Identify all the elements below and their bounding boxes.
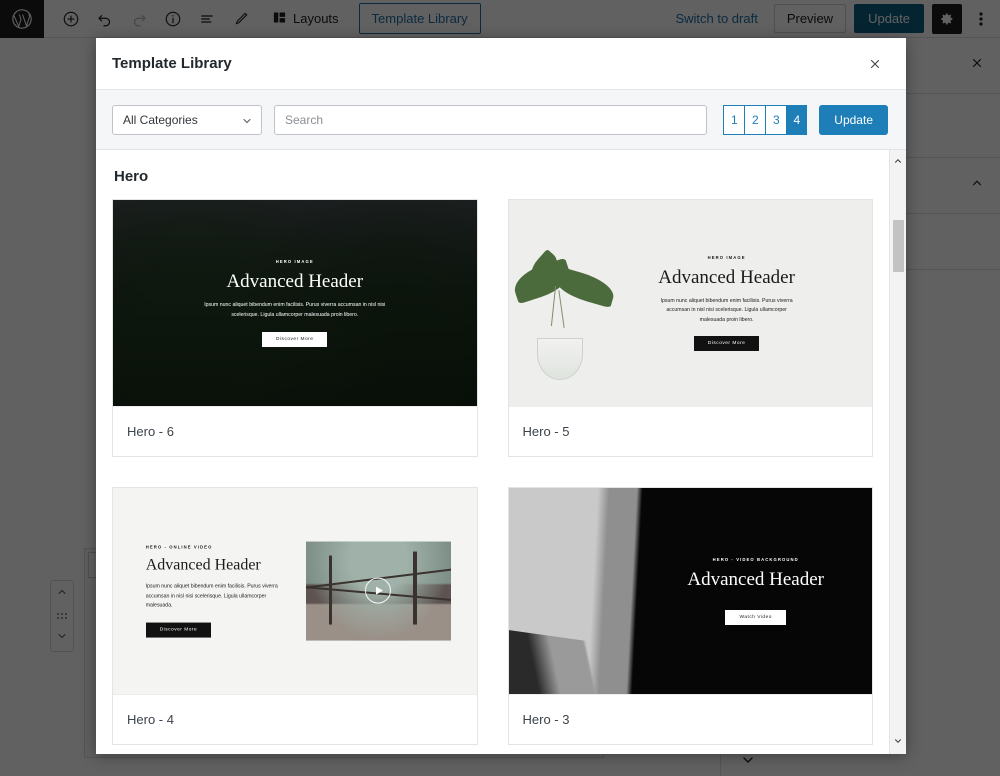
preview-heading: Advanced Header: [658, 266, 795, 288]
close-icon[interactable]: [862, 51, 888, 77]
scrollbar-track[interactable]: [892, 174, 904, 730]
template-name: Hero - 3: [508, 694, 872, 744]
section-title-hero: Hero: [114, 168, 149, 185]
template-card[interactable]: HERO - VIDEO BACKGROUND Advanced Header …: [507, 487, 873, 745]
preview-cta-button: Watch Video: [725, 610, 786, 625]
template-library-modal: Template Library All Categories 1 2: [96, 38, 906, 754]
template-preview[interactable]: HERO - VIDEO BACKGROUND Advanced Header …: [508, 488, 872, 694]
preview-body: Ipsum nunc aliquet bibendum enim facilis…: [660, 297, 793, 323]
template-preview[interactable]: HERO - ONLINE VIDEO Advanced Header Ipsu…: [113, 488, 477, 694]
preview-heading: Advanced Header: [145, 556, 261, 574]
scrollbar-thumb[interactable]: [892, 220, 904, 272]
preview-body: Ipsum nunc aliquet bibendum enim facilis…: [204, 302, 386, 318]
template-name: Hero - 4: [113, 694, 477, 744]
modal-scrollbar[interactable]: [889, 150, 906, 754]
preview-eyebrow: HERO IMAGE: [275, 259, 314, 265]
preview-heading: Advanced Header: [687, 569, 824, 590]
page-button-4[interactable]: 4: [786, 104, 808, 135]
template-preview[interactable]: HERO IMAGE Advanced Header Ipsum nunc al…: [113, 200, 477, 406]
template-name: Hero - 6: [113, 406, 477, 456]
category-select-wrapper: All Categories: [112, 104, 262, 135]
screen: Layouts Template Library Switch to draft…: [0, 0, 1000, 776]
fence-post: [328, 555, 332, 625]
preview-eyebrow: HERO - ONLINE VIDEO: [145, 544, 213, 550]
preview-body: Ipsum nunc aliquet bibendum enim facilis…: [145, 583, 278, 609]
preview-eyebrow: HERO - VIDEO BACKGROUND: [712, 557, 799, 562]
category-select[interactable]: All Categories: [112, 104, 262, 135]
template-scroll-area[interactable]: Hero HERO IMAGE Advanced Header Ipsum nu…: [96, 150, 889, 754]
fence-post: [413, 551, 418, 625]
page-button-1[interactable]: 1: [723, 104, 745, 135]
preview-content: HERO - VIDEO BACKGROUND Advanced Header …: [654, 557, 858, 625]
preview-cta-button: Discover More: [262, 331, 328, 347]
preview-eyebrow: HERO IMAGE: [707, 254, 746, 260]
preview-cta-button: Discover More: [145, 622, 212, 638]
template-name: Hero - 5: [508, 406, 872, 456]
template-grid: HERO IMAGE Advanced Header Ipsum nunc al…: [112, 199, 873, 745]
scroll-up-arrow-icon[interactable]: [893, 153, 903, 171]
pagination: 1 2 3 4: [723, 104, 808, 135]
page-button-2[interactable]: 2: [744, 104, 766, 135]
vase-shape: [536, 338, 583, 380]
modal-body: Hero HERO IMAGE Advanced Header Ipsum nu…: [96, 150, 906, 754]
modal-header: Template Library: [96, 38, 906, 90]
preview-content: HERO IMAGE Advanced Header Ipsum nunc al…: [581, 200, 872, 406]
preview-content: HERO IMAGE Advanced Header Ipsum nunc al…: [113, 200, 477, 406]
preview-heading: Advanced Header: [226, 271, 364, 293]
template-card[interactable]: HERO - ONLINE VIDEO Advanced Header Ipsu…: [112, 487, 478, 745]
modal-title: Template Library: [112, 55, 232, 72]
modal-filter-toolbar: All Categories 1 2 3 4 Update: [96, 90, 906, 150]
update-library-button[interactable]: Update: [819, 104, 888, 135]
template-card[interactable]: HERO IMAGE Advanced Header Ipsum nunc al…: [507, 199, 873, 457]
search-input[interactable]: [274, 104, 708, 135]
page-button-3[interactable]: 3: [765, 104, 787, 135]
play-button-icon[interactable]: [365, 578, 392, 604]
stem-shape: [557, 290, 565, 328]
template-card[interactable]: HERO IMAGE Advanced Header Ipsum nunc al…: [112, 199, 478, 457]
scroll-down-arrow-icon[interactable]: [893, 733, 903, 751]
template-preview[interactable]: HERO IMAGE Advanced Header Ipsum nunc al…: [508, 200, 872, 406]
preview-content: HERO - ONLINE VIDEO Advanced Header Ipsu…: [145, 544, 291, 638]
video-thumbnail: [305, 541, 452, 641]
preview-cta-button: Discover More: [693, 336, 760, 352]
